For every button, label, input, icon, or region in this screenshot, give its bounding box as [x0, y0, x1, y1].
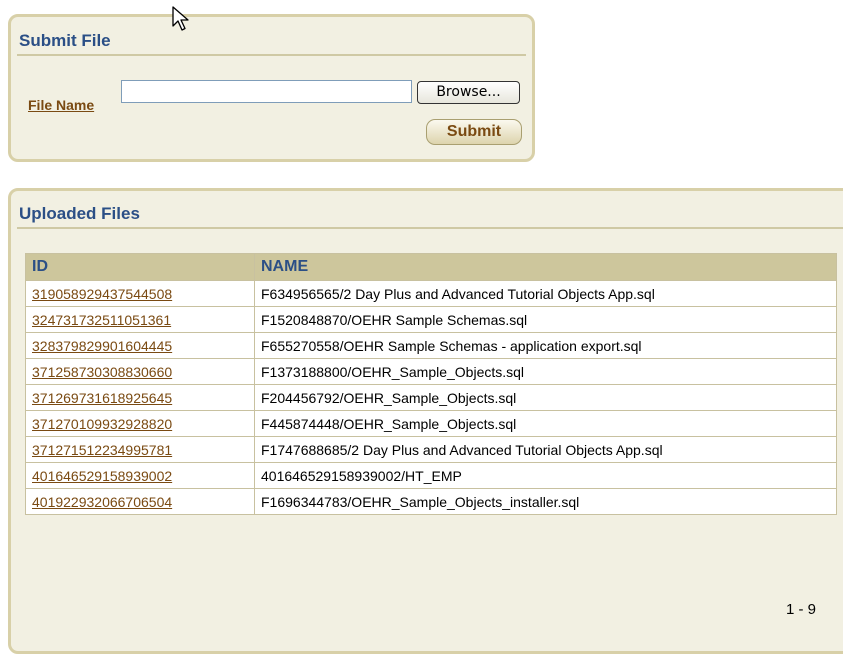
- table-row: 371269731618925645 F204456792/OEHR_Sample…: [25, 384, 837, 411]
- file-name-cell: F1373188800/OEHR_Sample_Objects.sql: [254, 358, 837, 385]
- file-id-link[interactable]: 401646529158939002: [32, 468, 172, 484]
- file-id-link[interactable]: 371269731618925645: [32, 390, 172, 406]
- file-id-link[interactable]: 371270109932928820: [32, 416, 172, 432]
- uploaded-files-divider: [17, 227, 843, 229]
- table-row: 401922932066706504 F1696344783/OEHR_Sampl…: [25, 488, 837, 515]
- file-id-link[interactable]: 371258730308830660: [32, 364, 172, 380]
- browse-button[interactable]: Browse...: [417, 81, 520, 104]
- pagination-range: 1 - 9: [786, 601, 817, 618]
- file-id-cell: 371269731618925645: [25, 384, 255, 411]
- file-id-cell: 371271512234995781: [25, 436, 255, 463]
- file-name-cell: F445874448/OEHR_Sample_Objects.sql: [254, 410, 837, 437]
- file-id-cell: 371270109932928820: [25, 410, 255, 437]
- file-name-cell: F1696344783/OEHR_Sample_Objects_installe…: [254, 488, 837, 515]
- table-row: 324731732511051361 F1520848870/OEHR Sampl…: [25, 306, 837, 333]
- uploaded-files-title: Uploaded Files: [19, 204, 140, 223]
- column-header-name[interactable]: NAME: [254, 253, 837, 281]
- file-id-link[interactable]: 324731732511051361: [32, 312, 171, 328]
- table-row: 328379829901604445 F655270558/OEHR Sample…: [25, 332, 837, 359]
- file-id-cell: 401646529158939002: [25, 462, 255, 489]
- table-row: 371271512234995781 F1747688685/2 Day Plus…: [25, 436, 837, 463]
- file-id-cell: 324731732511051361: [25, 306, 255, 333]
- submit-file-divider: [17, 54, 526, 56]
- submit-file-title: Submit File: [19, 31, 111, 50]
- arrow-cursor-icon: [172, 6, 189, 31]
- file-id-cell: 371258730308830660: [25, 358, 255, 385]
- table-row: 319058929437544508 F634956565/2 Day Plus …: [25, 280, 837, 307]
- file-id-link[interactable]: 401922932066706504: [32, 494, 172, 510]
- file-id-link[interactable]: 319058929437544508: [32, 286, 172, 302]
- table-row: 371258730308830660 F1373188800/OEHR_Sampl…: [25, 358, 837, 385]
- file-name-cell: 401646529158939002/HT_EMP: [254, 462, 837, 489]
- file-id-cell: 319058929437544508: [25, 280, 255, 307]
- uploaded-files-table: ID NAME 319058929437544508 F634956565/2 D…: [25, 253, 837, 515]
- uploaded-files-region: Uploaded Files ID NAME 31905892943754450…: [8, 188, 843, 654]
- column-header-id[interactable]: ID: [25, 253, 255, 281]
- file-name-cell: F634956565/2 Day Plus and Advanced Tutor…: [254, 280, 837, 307]
- file-id-link[interactable]: 371271512234995781: [32, 442, 172, 458]
- file-name-cell: F204456792/OEHR_Sample_Objects.sql: [254, 384, 837, 411]
- file-id-cell: 328379829901604445: [25, 332, 255, 359]
- submit-file-region: Submit File File Name Browse... Submit: [8, 14, 535, 162]
- file-id-link[interactable]: 328379829901604445: [32, 338, 172, 354]
- table-row: 371270109932928820 F445874448/OEHR_Sample…: [25, 410, 837, 437]
- file-name-cell: F655270558/OEHR Sample Schemas - applica…: [254, 332, 837, 359]
- file-name-cell: F1520848870/OEHR Sample Schemas.sql: [254, 306, 837, 333]
- file-name-input[interactable]: [121, 80, 412, 103]
- table-header-row: ID NAME: [25, 253, 837, 281]
- file-id-cell: 401922932066706504: [25, 488, 255, 515]
- file-name-label[interactable]: File Name: [28, 97, 94, 113]
- file-name-cell: F1747688685/2 Day Plus and Advanced Tuto…: [254, 436, 837, 463]
- table-row: 401646529158939002 401646529158939002/HT_…: [25, 462, 837, 489]
- submit-button[interactable]: Submit: [426, 119, 522, 145]
